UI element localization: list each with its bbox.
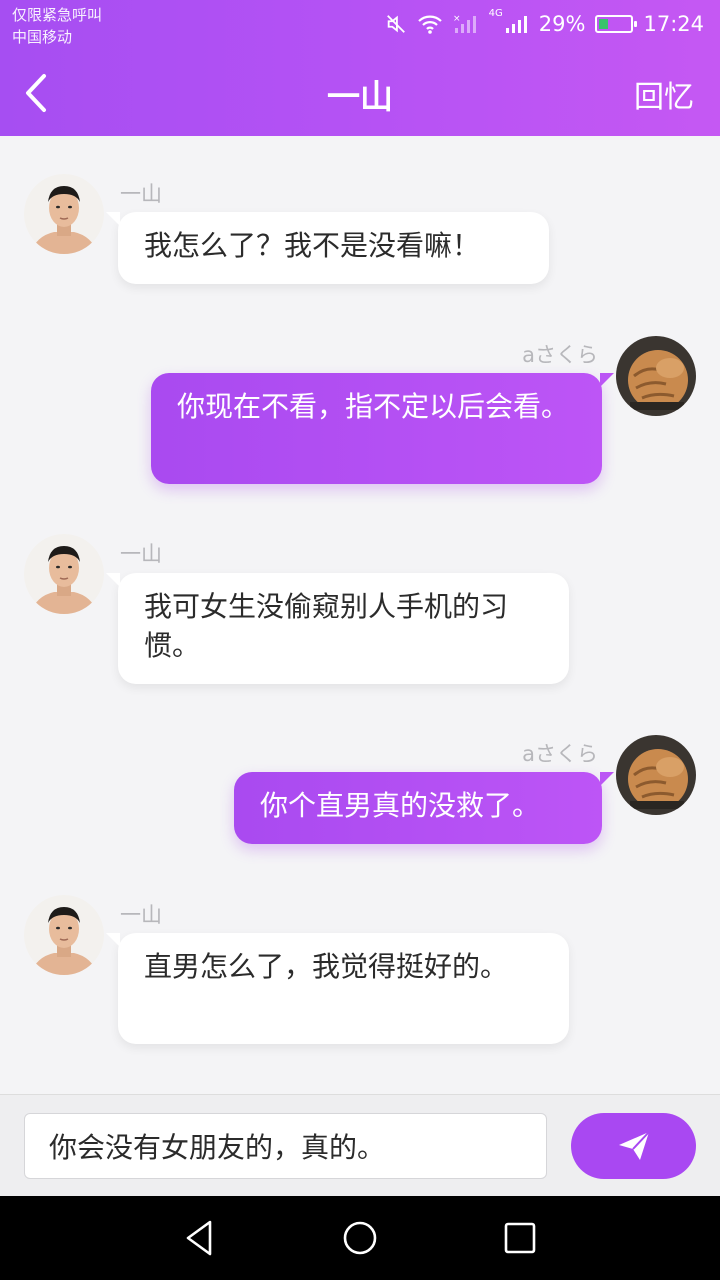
- message-bubble[interactable]: 我怎么了？我不是没看嘛！: [106, 212, 549, 284]
- sender-name: 一山: [120, 542, 162, 566]
- sender-name: 一山: [120, 182, 162, 206]
- message-input[interactable]: 你会没有女朋友的，真的。: [24, 1113, 547, 1179]
- message-bubble[interactable]: 你现在不看，指不定以后会看。: [151, 373, 614, 484]
- cell-signal-icon: [505, 16, 527, 33]
- triangle-back-icon[interactable]: [180, 1218, 220, 1258]
- send-button[interactable]: [571, 1113, 696, 1179]
- square-recent-icon[interactable]: [500, 1218, 540, 1258]
- user-avatar[interactable]: [616, 336, 696, 416]
- network-type: 4G: [488, 8, 503, 19]
- user-avatar[interactable]: [616, 735, 696, 815]
- status-right: × 4G 29% 17:24: [385, 6, 704, 42]
- contact-avatar[interactable]: [24, 534, 104, 614]
- sender-name: 一山: [120, 903, 162, 927]
- svg-text:×: ×: [453, 14, 461, 24]
- chat-area[interactable]: 一山 我怎么了？我不是没看嘛！ aさくら 你现在不看，指不定以后会看。 一山 我…: [0, 136, 720, 1094]
- title-bar: 一山 回忆: [0, 50, 720, 136]
- sender-name: aさくら: [522, 343, 598, 367]
- battery-icon: [595, 15, 638, 33]
- message-bubble[interactable]: 你个直男真的没救了。: [234, 772, 614, 844]
- memories-button[interactable]: 回忆: [634, 72, 694, 116]
- carrier-name: 中国移动: [12, 28, 73, 46]
- contact-avatar[interactable]: [24, 895, 104, 975]
- system-nav-bar: [0, 1196, 720, 1280]
- status-left: 仅限紧急呼叫 中国移动: [12, 4, 102, 48]
- paper-plane-icon: [618, 1131, 650, 1160]
- mute-icon: [386, 15, 405, 33]
- message-bubble[interactable]: 我可女生没偷窥别人手机的习惯。: [106, 573, 569, 684]
- wifi-icon: [417, 15, 442, 34]
- emergency-only-text: 仅限紧急呼叫: [12, 6, 103, 24]
- composer-bar: 你会没有女朋友的，真的。: [0, 1094, 720, 1196]
- header-bar: 仅限紧急呼叫 中国移动 × 4G 29% 17:24 一山 回忆: [0, 0, 720, 136]
- circle-home-icon[interactable]: [340, 1218, 380, 1258]
- message-bubble[interactable]: 直男怎么了，我觉得挺好的。: [106, 933, 569, 1044]
- clock: 17:24: [643, 12, 704, 36]
- battery-percent: 29%: [538, 12, 586, 36]
- sender-name: aさくら: [522, 742, 598, 766]
- contact-avatar[interactable]: [24, 174, 104, 254]
- signal-off-icon: ×: [453, 14, 476, 33]
- page-title: 一山: [327, 77, 393, 116]
